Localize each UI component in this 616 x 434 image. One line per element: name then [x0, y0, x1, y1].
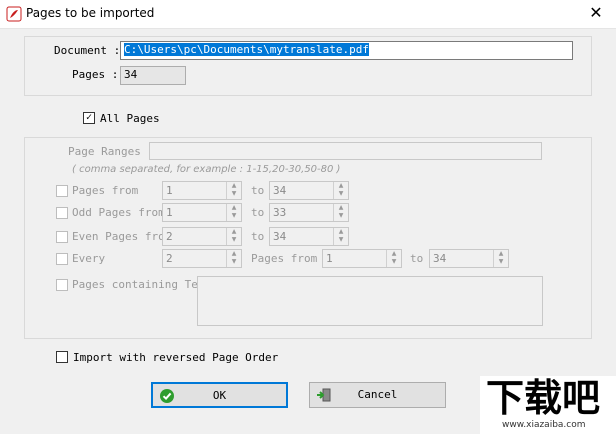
spin-down-icon[interactable]: ▼ [227, 190, 241, 198]
odd-pages-from-spinner[interactable]: 1 ▲ ▼ [162, 203, 242, 222]
watermark-logo: 下载吧 www.xiazaiba.com [480, 376, 616, 434]
document-label: Document : [54, 44, 121, 57]
all-pages-label: All Pages [100, 112, 160, 125]
odd-pages-to-label: to [251, 206, 265, 219]
spin-down-icon[interactable]: ▼ [387, 258, 401, 266]
watermark-brand: 下载吧 [486, 376, 601, 420]
containing-text-checkbox[interactable] [56, 279, 68, 291]
every-to-label: to [410, 252, 424, 265]
every-pages-from-label: Pages from [251, 252, 318, 265]
even-pages-label: Even Pages from [72, 230, 172, 243]
document-path-value: C:\Users\pc\Documents\mytranslate.pdf [124, 43, 370, 56]
spin-down-icon[interactable]: ▼ [334, 236, 348, 244]
spin-up-icon[interactable]: ▲ [334, 182, 348, 190]
pages-to-value: 34 [273, 184, 287, 197]
spin-up-icon[interactable]: ▲ [494, 250, 508, 258]
spin-up-icon[interactable]: ▲ [227, 228, 241, 236]
every-value: 2 [166, 252, 173, 265]
page-ranges-input[interactable] [149, 142, 542, 160]
reverse-order-label: Import with reversed Page Order [73, 351, 279, 364]
cancel-button-label: Cancel [357, 388, 398, 401]
every-to-value: 34 [433, 252, 447, 265]
watermark-url: www.xiazaiba.com [502, 420, 586, 430]
every-label: Every [72, 252, 106, 265]
spin-down-icon[interactable]: ▼ [227, 236, 241, 244]
containing-text-input[interactable] [197, 276, 543, 326]
title-bar: Pages to be imported ✕ [0, 0, 616, 29]
every-checkbox[interactable] [56, 253, 68, 265]
spin-up-icon[interactable]: ▲ [227, 204, 241, 212]
spin-up-icon[interactable]: ▲ [334, 228, 348, 236]
odd-pages-from-value: 1 [166, 206, 173, 219]
odd-pages-checkbox[interactable] [56, 207, 68, 219]
pages-from-label: Pages from [72, 184, 139, 197]
odd-pages-label: Odd Pages from [72, 206, 165, 219]
spin-down-icon[interactable]: ▼ [334, 190, 348, 198]
ok-button-label: OK [212, 389, 227, 402]
even-pages-to-label: to [251, 230, 265, 243]
spin-down-icon[interactable]: ▼ [227, 258, 241, 266]
ok-button[interactable]: OK [151, 382, 288, 408]
every-from-value: 1 [326, 252, 333, 265]
every-spinner[interactable]: 2 ▲ ▼ [162, 249, 242, 268]
page-ranges-label: Page Ranges : [68, 145, 155, 158]
odd-pages-to-value: 33 [273, 206, 287, 219]
spin-down-icon[interactable]: ▼ [494, 258, 508, 266]
spin-up-icon[interactable]: ▲ [387, 250, 401, 258]
even-pages-from-spinner[interactable]: 2 ▲ ▼ [162, 227, 242, 246]
even-pages-checkbox[interactable] [56, 231, 68, 243]
spin-up-icon[interactable]: ▲ [334, 204, 348, 212]
spin-up-icon[interactable]: ▲ [227, 250, 241, 258]
cancel-button[interactable]: Cancel [309, 382, 446, 408]
pages-from-value: 1 [166, 184, 173, 197]
all-pages-checkbox[interactable]: ✓ [83, 112, 95, 124]
pages-from-to-label: to [251, 184, 265, 197]
document-path-field[interactable]: C:\Users\pc\Documents\mytranslate.pdf [120, 41, 573, 60]
odd-pages-to-spinner[interactable]: 33 ▲ ▼ [269, 203, 349, 222]
pages-count-field: 34 [120, 66, 186, 85]
pages-to-spinner[interactable]: 34 ▲ ▼ [269, 181, 349, 200]
containing-text-label: Pages containing Text [72, 278, 212, 291]
app-pdf-icon [6, 6, 22, 22]
spin-down-icon[interactable]: ▼ [227, 212, 241, 220]
page-ranges-hint: ( comma separated, for example : 1-15,20… [72, 164, 341, 175]
every-from-spinner[interactable]: 1 ▲ ▼ [322, 249, 402, 268]
even-pages-from-value: 2 [166, 230, 173, 243]
pages-from-spinner[interactable]: 1 ▲ ▼ [162, 181, 242, 200]
window-title: Pages to be imported [26, 6, 155, 20]
spin-down-icon[interactable]: ▼ [334, 212, 348, 220]
even-pages-to-value: 34 [273, 230, 287, 243]
close-button[interactable]: ✕ [584, 2, 608, 24]
every-to-spinner[interactable]: 34 ▲ ▼ [429, 249, 509, 268]
even-pages-to-spinner[interactable]: 34 ▲ ▼ [269, 227, 349, 246]
spin-up-icon[interactable]: ▲ [227, 182, 241, 190]
pages-label: Pages : [72, 68, 119, 81]
reverse-order-checkbox[interactable] [56, 351, 68, 363]
pages-from-checkbox[interactable] [56, 185, 68, 197]
